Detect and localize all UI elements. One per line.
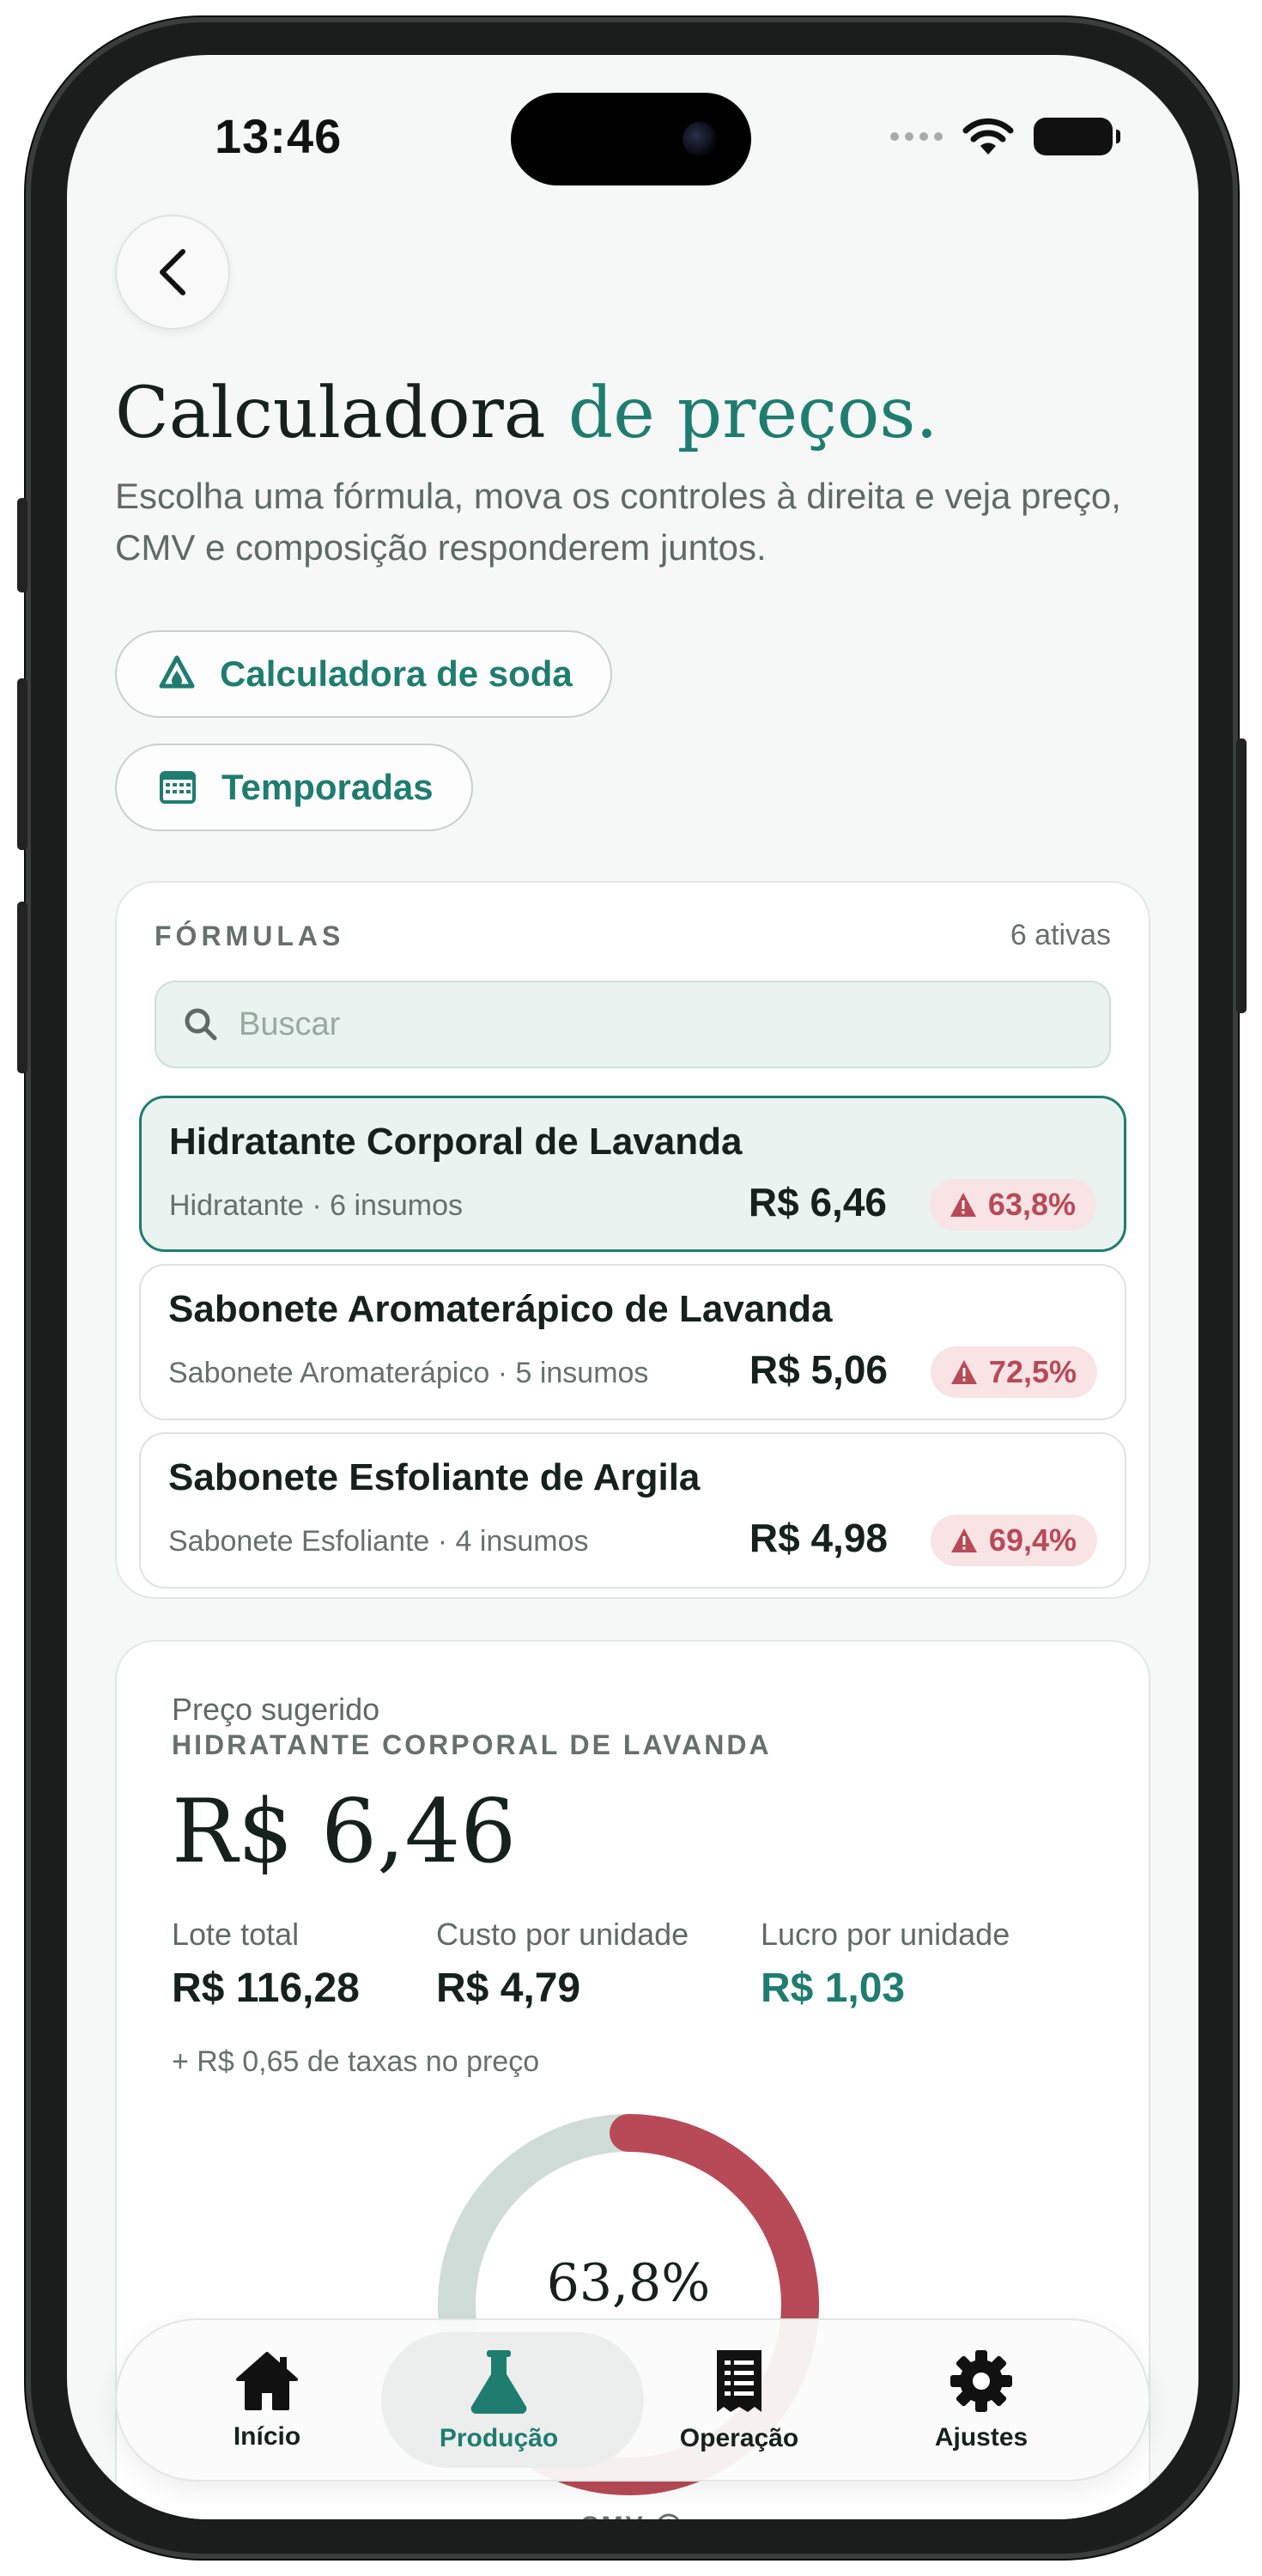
- seasons-button[interactable]: Temporadas: [115, 744, 473, 831]
- status-icons: [890, 117, 1120, 156]
- signal-icon: [890, 132, 943, 141]
- formula-meta: Sabonete Aromaterápico · 5 insumos: [168, 1357, 649, 1389]
- formulas-heading: FÓRMULAS: [155, 920, 345, 951]
- gear-icon: [950, 2350, 1012, 2412]
- page-title: Calculadora de preços.: [115, 373, 937, 454]
- formula-item-sabonete-esfoliante[interactable]: Sabonete Esfoliante de Argila Sabonete E…: [139, 1432, 1126, 1589]
- wifi-icon: [962, 118, 1014, 155]
- unit-cost-label: Custo por unidade: [436, 1917, 689, 1952]
- tab-bar: Início Produção Operação Ajustes: [115, 2318, 1150, 2482]
- formula-name: Hidratante Corporal de Lavanda: [169, 1121, 743, 1163]
- search-input[interactable]: Buscar: [155, 981, 1111, 1068]
- tab-production[interactable]: Produção: [374, 2320, 644, 2480]
- cmv-badge-value: 72,5%: [988, 1354, 1077, 1389]
- chevron-left-icon: [160, 249, 185, 295]
- formula-price: R$ 5,06: [749, 1347, 888, 1392]
- cmv-badge: 72,5%: [930, 1346, 1097, 1398]
- search-icon: [185, 1008, 217, 1041]
- cmv-badge: 69,4%: [930, 1515, 1097, 1566]
- formula-price: R$ 4,98: [749, 1516, 888, 1560]
- dynamic-island: [511, 93, 751, 185]
- back-button[interactable]: [115, 215, 230, 330]
- batch-total-value: R$ 116,28: [172, 1965, 360, 2011]
- warning-icon: [950, 1360, 977, 1384]
- tab-home[interactable]: Início: [143, 2320, 391, 2480]
- cmv-badge-value: 69,4%: [988, 1522, 1077, 1558]
- unit-profit-label: Lucro por unidade: [761, 1917, 1010, 1952]
- receipt-icon: [717, 2350, 761, 2412]
- warning-icon: [950, 1193, 976, 1217]
- suggested-price-value: R$ 6,46: [172, 1781, 517, 1883]
- action-button: [17, 498, 27, 592]
- formula-meta: Sabonete Esfoliante · 4 insumos: [168, 1525, 589, 1558]
- formula-item-sabonete-aromaterapico[interactable]: Sabonete Aromaterápico de Lavanda Sabone…: [139, 1264, 1126, 1420]
- unit-profit-value: R$ 1,03: [761, 1965, 906, 2011]
- formula-name: Sabonete Aromaterápico de Lavanda: [168, 1288, 833, 1330]
- tab-settings-label: Ajustes: [934, 2423, 1028, 2451]
- formula-meta: Hidratante · 6 insumos: [169, 1189, 464, 1222]
- page-subtitle: Escolha uma fórmula, mova os controles à…: [115, 476, 1121, 568]
- formula-name: Sabonete Esfoliante de Argila: [168, 1456, 701, 1498]
- warning-icon: [950, 1528, 977, 1552]
- cmv-caption-text: CMV: [580, 2512, 646, 2519]
- soda-calculator-label: Calculadora de soda: [220, 653, 573, 694]
- page-title-main: Calculadora: [115, 373, 568, 454]
- home-icon: [236, 2352, 298, 2410]
- cmv-badge-value: 63,8%: [987, 1187, 1076, 1222]
- cmv-badge: 63,8%: [929, 1179, 1096, 1230]
- suggested-price-label: Preço sugerido: [172, 1692, 380, 1727]
- unit-cost-value: R$ 4,79: [436, 1965, 581, 2011]
- calendar-icon: [160, 771, 196, 804]
- battery-icon: [1034, 118, 1120, 155]
- tab-operation[interactable]: Operação: [615, 2320, 864, 2480]
- cmv-percent: 63,8%: [546, 2253, 711, 2313]
- batch-total-label: Lote total: [172, 1917, 300, 1952]
- tab-settings[interactable]: Ajustes: [857, 2320, 1106, 2480]
- tab-production-label: Produção: [439, 2424, 559, 2452]
- camera-icon: [683, 122, 717, 156]
- soda-calculator-button[interactable]: Calculadora de soda: [115, 630, 612, 718]
- status-time: 13:46: [215, 109, 343, 163]
- fees-note: + R$ 0,65 de taxas no preço: [172, 2045, 540, 2078]
- selected-formula-name: HIDRATANTE CORPORAL DE LAVANDA: [172, 1729, 772, 1760]
- formula-price: R$ 6,46: [748, 1180, 887, 1224]
- volume-up-button: [17, 678, 27, 850]
- tab-home-label: Início: [233, 2422, 301, 2451]
- formula-item-hidratante-lavanda[interactable]: Hidratante Corporal de Lavanda Hidratant…: [139, 1096, 1126, 1252]
- power-button: [1236, 738, 1247, 1013]
- search-placeholder: Buscar: [239, 1005, 341, 1042]
- volume-down-button: [17, 902, 27, 1073]
- tab-operation-label: Operação: [679, 2424, 799, 2452]
- seasons-label: Temporadas: [221, 767, 434, 807]
- formulas-count: 6 ativas: [1010, 919, 1111, 951]
- screen: 13:46 Calculadora de preços. Escolha uma…: [67, 55, 1198, 2519]
- page-title-accent: de preços.: [567, 373, 938, 454]
- flask-icon: [470, 2350, 527, 2414]
- cmv-caption: CMV: [580, 2512, 683, 2519]
- drop-icon: [159, 655, 195, 689]
- formulas-card: FÓRMULAS 6 ativas Buscar Hidratante Corp…: [115, 881, 1150, 1599]
- info-icon[interactable]: [654, 2512, 683, 2519]
